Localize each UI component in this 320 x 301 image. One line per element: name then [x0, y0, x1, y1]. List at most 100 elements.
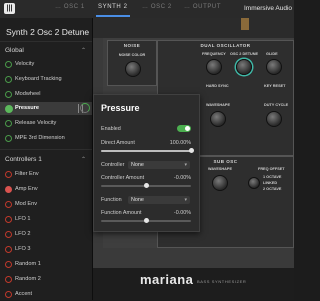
osc2-detune-knob[interactable] — [236, 59, 252, 75]
sidebar-item-pressure[interactable]: Pressure — [0, 102, 92, 115]
dual-osc-title: DUAL OSCILLATOR — [200, 43, 251, 48]
hard-sync-label: HARD SYNC — [206, 84, 229, 88]
sidebar-item-label: Release Velocity — [15, 120, 57, 126]
synth-subtitle: BASS SYNTHESIZER — [197, 279, 247, 284]
sidebar-item-mpe-3rd-dimension[interactable]: MPE 3rd Dimension — [0, 132, 92, 145]
controller-select-value: None — [131, 162, 144, 168]
sidebar-item-mod-env[interactable]: Mod Env — [0, 198, 92, 211]
direct-amount-slider[interactable] — [101, 148, 194, 153]
sub-waveshape-knob[interactable] — [212, 175, 228, 191]
octave-2-label: 2 OCTAVE — [263, 187, 282, 191]
amount-ring-icon[interactable] — [80, 103, 90, 113]
controller-amount-value: -0.00% — [173, 175, 191, 181]
sidebar-item-lfo-3[interactable]: LFO 3 — [0, 243, 92, 256]
function-amount-value: -0.00% — [173, 210, 191, 216]
sidebar-item-label: Keyboard Tracking — [15, 76, 62, 82]
controller-amount-slider[interactable] — [101, 183, 191, 188]
sidebar-item-label: LFO 1 — [15, 216, 31, 222]
waveshape-label: WAVESHAPE — [206, 103, 230, 107]
sidebar-item-random-2[interactable]: Random 2 — [0, 273, 92, 286]
glide-knob[interactable] — [266, 59, 282, 75]
sidebar-item-lfo-1[interactable]: LFO 1 — [0, 213, 92, 226]
sidebar-item-label: Accent — [15, 291, 33, 297]
divider — [0, 41, 92, 42]
chevron-up-icon[interactable]: ⌃ — [81, 47, 86, 54]
group-header-global[interactable]: Global — [5, 47, 24, 54]
sidebar-item-amp-env[interactable]: Amp Env — [0, 183, 92, 196]
modulation-sidebar: Synth 2 Osc 2 Detune Global ⌃ Velocity K… — [0, 18, 93, 300]
chevron-up-icon[interactable]: ⌃ — [81, 156, 86, 163]
chevron-down-icon: ▾ — [184, 162, 187, 168]
tab-osc-2[interactable]: … OSC 2 — [142, 4, 172, 10]
controller-label: Controller — [101, 162, 125, 168]
modulation-dot-icon — [5, 135, 12, 142]
modulation-dot-icon — [5, 171, 12, 178]
slider-handle[interactable] — [144, 218, 149, 223]
frequency-knob[interactable] — [206, 59, 222, 75]
bottom-strip — [93, 268, 294, 300]
modulation-dot-icon — [5, 231, 12, 238]
app-logo-icon: ||| — [4, 3, 15, 14]
sidebar-item-label: LFO 3 — [15, 246, 31, 252]
slider-handle[interactable] — [189, 148, 194, 153]
sidebar-item-label: Random 1 — [15, 261, 41, 267]
chevron-down-icon: ▾ — [184, 197, 187, 203]
modulation-dot-icon — [5, 201, 12, 208]
slider-handle[interactable] — [144, 183, 149, 188]
freq-offset-switch[interactable] — [248, 177, 260, 189]
sidebar-item-label: Amp Env — [15, 186, 38, 192]
direct-amount-value: 100.00% — [169, 140, 191, 146]
controller-amount-label: Controller Amount — [101, 175, 145, 181]
sidebar-item-release-velocity[interactable]: Release Velocity — [0, 117, 92, 130]
frequency-label: FREQUENCY — [202, 52, 226, 56]
waveshape-knob[interactable] — [210, 111, 226, 127]
tab-synth-2[interactable]: SYNTH 2 — [98, 4, 128, 10]
duty-cycle-label: DUTY CYCLE — [264, 103, 289, 107]
sidebar-item-label: MPE 3rd Dimension — [15, 135, 65, 141]
modulation-dot-icon — [5, 276, 12, 283]
sidebar-item-label: LFO 2 — [15, 231, 31, 237]
noise-section: NOISE NOISE COLOR — [107, 40, 157, 86]
duty-cycle-knob[interactable] — [266, 111, 282, 127]
function-amount-label: Function Amount — [101, 210, 142, 216]
modulation-dot-icon — [5, 291, 12, 298]
sidebar-item-filter-env[interactable]: Filter Env — [0, 168, 92, 181]
sidebar-item-label: Modwheel — [15, 91, 41, 97]
modulation-dot-icon — [5, 186, 12, 193]
sidebar-item-label: Filter Env — [15, 171, 39, 177]
noise-color-knob[interactable] — [125, 61, 141, 77]
sidebar-title: Synth 2 Osc 2 Detune — [6, 27, 90, 37]
modulation-dot-icon — [5, 261, 12, 268]
function-amount-slider[interactable] — [101, 218, 191, 223]
panel-top — [93, 18, 294, 38]
slider-fill — [101, 150, 191, 152]
tab-output[interactable]: … OUTPUT — [184, 4, 221, 10]
modulation-dot-icon — [5, 91, 12, 98]
pressure-popup: Pressure Enabled Direct Amount 100.00% C… — [93, 94, 200, 232]
controller-select[interactable]: None ▾ — [128, 161, 190, 169]
sidebar-item-random-1[interactable]: Random 1 — [0, 258, 92, 271]
direct-amount-label: Direct Amount — [101, 140, 135, 146]
function-label: Function — [101, 197, 122, 203]
modulation-dot-icon — [5, 76, 12, 83]
sidebar-item-label: Random 2 — [15, 276, 41, 282]
sidebar-item-label: Pressure — [15, 105, 39, 111]
sidebar-item-accent[interactable]: Accent — [0, 288, 92, 301]
noise-color-label: NOISE COLOR — [118, 53, 146, 57]
noise-title: NOISE — [123, 43, 141, 48]
active-tab-indicator — [96, 15, 130, 17]
brand-label: Immersive Audio D — [240, 0, 294, 18]
toggle-thumb — [185, 126, 190, 131]
enabled-toggle[interactable] — [177, 125, 191, 132]
modulation-dot-icon — [5, 246, 12, 253]
group-header-controllers[interactable]: Controllers 1 — [5, 156, 42, 163]
tab-osc-1[interactable]: … OSC 1 — [55, 4, 85, 10]
sidebar-item-keyboard-tracking[interactable]: Keyboard Tracking — [0, 73, 92, 86]
freq-offset-label: FREQ OFFSET — [258, 167, 285, 171]
synth-name: mariana — [140, 272, 194, 287]
sidebar-item-velocity[interactable]: Velocity — [0, 58, 92, 71]
function-select[interactable]: None ▾ — [128, 196, 190, 204]
octave-1-label: 1 OCTAVE — [263, 175, 282, 179]
sidebar-item-lfo-2[interactable]: LFO 2 — [0, 228, 92, 241]
sidebar-item-modwheel[interactable]: Modwheel — [0, 88, 92, 101]
